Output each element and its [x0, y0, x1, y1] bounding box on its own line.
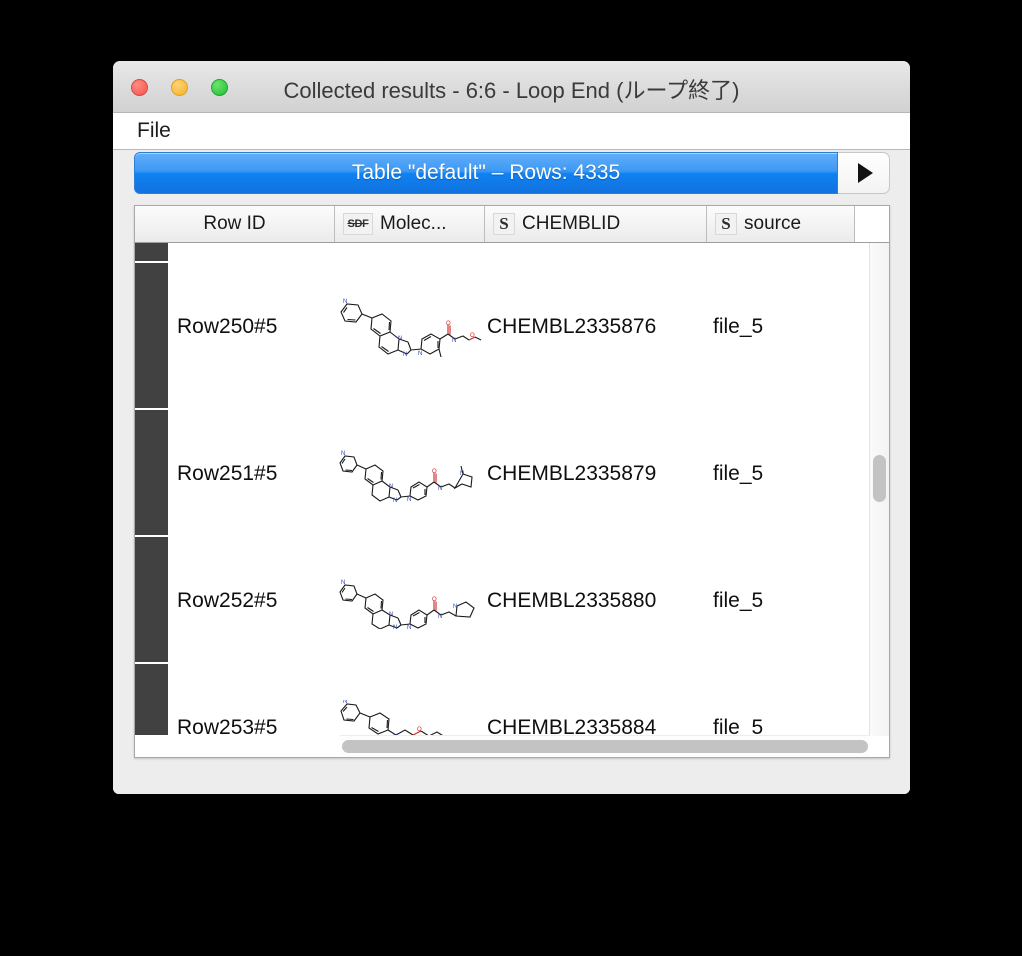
play-triangle-icon [857, 163, 873, 183]
column-header-source[interactable]: S source [707, 206, 855, 242]
column-header-chemblid-label: CHEMBLID [522, 213, 621, 234]
svg-text:N: N [389, 612, 393, 618]
column-header-source-label: source [744, 213, 802, 234]
window-titlebar: Collected results - 6:6 - Loop End (ループ終… [113, 61, 910, 113]
svg-text:O: O [470, 333, 475, 339]
svg-text:N: N [398, 336, 402, 342]
cell-chemblid: CHEMBL2335880 [487, 588, 657, 612]
svg-text:N: N [389, 484, 393, 490]
row-selector-cell[interactable] [135, 410, 168, 537]
string-type-icon: S [715, 213, 737, 235]
svg-text:O: O [432, 469, 437, 475]
application-window: Collected results - 6:6 - Loop End (ループ終… [113, 61, 910, 794]
svg-text:N: N [403, 352, 407, 358]
svg-text:N: N [343, 700, 347, 705]
row-selector-gutter [135, 243, 168, 737]
svg-text:N: N [341, 580, 345, 586]
molecule-structure-1: N N N N N O O [340, 299, 482, 358]
cell-source: file_5 [713, 588, 764, 612]
horizontal-scrollbar[interactable] [340, 735, 870, 757]
table-rows-area: Row250#5 N N N N N O O CHEMBL2335876 fil… [168, 243, 889, 737]
sdf-type-icon: SDF [343, 213, 373, 235]
svg-text:N: N [452, 338, 456, 344]
table-tab-default[interactable]: Table "default" – Rows: 4335 [134, 152, 838, 194]
column-header-rowid-label: Row ID [203, 213, 266, 234]
column-header-molecule-label: Molec... [380, 213, 447, 234]
row-selector-cell[interactable] [135, 537, 168, 664]
next-table-button[interactable] [838, 152, 890, 194]
molecule-structure-3: N N N N N N O [339, 580, 475, 629]
table-header-row: Row ID SDF Molec... S CHEMBLID S source [135, 206, 889, 243]
cell-rowid: Row253#5 [177, 715, 278, 738]
table-row[interactable]: Row251#5 N N N N N N O CHEMBL2335879 fil… [168, 410, 889, 537]
svg-text:N: N [393, 625, 397, 629]
svg-text:N: N [418, 351, 422, 357]
horizontal-scrollbar-thumb[interactable] [342, 740, 868, 753]
svg-text:N: N [393, 498, 397, 502]
column-header-chemblid[interactable]: S CHEMBLID [485, 206, 707, 242]
cell-rowid: Row251#5 [177, 461, 278, 485]
svg-text:N: N [438, 486, 442, 492]
column-header-molecule[interactable]: SDF Molec... [335, 206, 485, 242]
data-table-panel: Row ID SDF Molec... S CHEMBLID S source [134, 205, 890, 758]
row-selector-cell[interactable] [135, 664, 168, 737]
row-selector-cell[interactable] [135, 263, 168, 410]
menu-item-file[interactable]: File [131, 118, 177, 144]
cell-molecule: N N N N N N O [335, 573, 485, 629]
svg-text:N: N [453, 604, 457, 610]
molecule-structure-4: N N O N [340, 700, 445, 737]
table-row[interactable]: Row250#5 N N N N N O O CHEMBL2335876 fil… [168, 243, 889, 410]
cell-molecule: N N O N [335, 700, 485, 737]
table-row[interactable]: Row253#5 N O CHEMBL2335884 file_5 [168, 664, 889, 737]
scrollbar-corner [870, 736, 889, 757]
svg-text:O: O [446, 321, 451, 327]
svg-text:O: O [417, 727, 422, 733]
svg-text:N: N [341, 451, 345, 457]
column-header-rowid[interactable]: Row ID [135, 206, 335, 242]
cell-chemblid: CHEMBL2335876 [487, 314, 657, 338]
vertical-scrollbar-thumb[interactable] [873, 455, 886, 502]
cell-source: file_5 [713, 715, 764, 738]
cell-molecule: N N N N N O O [335, 292, 485, 362]
svg-text:N: N [460, 471, 464, 477]
svg-text:N: N [407, 625, 411, 629]
svg-text:O: O [432, 597, 437, 603]
cell-chemblid: CHEMBL2335879 [487, 461, 657, 485]
table-body: Row250#5 N N N N N O O CHEMBL2335876 fil… [135, 243, 889, 737]
table-tab-label: Table "default" – Rows: 4335 [351, 161, 621, 184]
cell-source: file_5 [713, 461, 764, 485]
svg-text:N: N [407, 497, 411, 502]
cell-source: file_5 [713, 314, 764, 338]
cell-rowid: Row252#5 [177, 588, 278, 612]
table-selector-bar: Table "default" – Rows: 4335 [134, 152, 890, 194]
menu-bar: File [113, 113, 910, 150]
window-content: Table "default" – Rows: 4335 Row ID SDF … [113, 150, 910, 794]
cell-rowid: Row250#5 [177, 314, 278, 338]
string-type-icon: S [493, 213, 515, 235]
svg-text:N: N [343, 299, 347, 305]
svg-text:N: N [438, 614, 442, 620]
table-row[interactable]: Row252#5 N N N N N N O CHEMBL2335880 fil… [168, 537, 889, 664]
vertical-scrollbar[interactable] [869, 243, 889, 737]
column-header-filler [855, 206, 889, 242]
row-selector-cell[interactable] [135, 243, 168, 263]
cell-chemblid: CHEMBL2335884 [487, 715, 657, 738]
cell-molecule: N N N N N N O [335, 446, 485, 502]
molecule-structure-2: N N N N N N O [339, 451, 473, 502]
window-title: Collected results - 6:6 - Loop End (ループ終… [283, 78, 740, 103]
